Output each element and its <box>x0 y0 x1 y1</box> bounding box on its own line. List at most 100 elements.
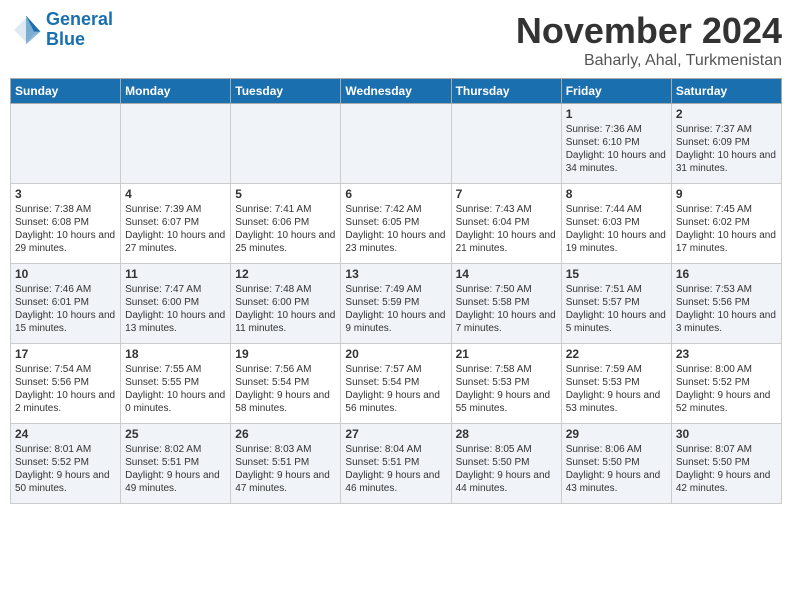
calendar-body: 1Sunrise: 7:36 AMSunset: 6:10 PMDaylight… <box>11 104 782 504</box>
header-cell-sunday: Sunday <box>11 79 121 104</box>
day-info: Daylight: 10 hours and 25 minutes. <box>235 229 336 255</box>
day-info: Daylight: 9 hours and 44 minutes. <box>456 469 557 495</box>
logo-icon <box>10 14 42 46</box>
day-info: Daylight: 9 hours and 50 minutes. <box>15 469 116 495</box>
day-info: Daylight: 10 hours and 13 minutes. <box>125 309 226 335</box>
day-cell: 17Sunrise: 7:54 AMSunset: 5:56 PMDayligh… <box>11 344 121 424</box>
logo-text: General Blue <box>46 10 113 50</box>
day-info: Sunset: 5:51 PM <box>235 456 336 469</box>
day-number: 9 <box>676 187 777 201</box>
day-info: Sunset: 6:00 PM <box>125 296 226 309</box>
day-info: Sunrise: 7:57 AM <box>345 363 446 376</box>
header-cell-friday: Friday <box>561 79 671 104</box>
day-info: Sunset: 6:05 PM <box>345 216 446 229</box>
day-cell: 28Sunrise: 8:05 AMSunset: 5:50 PMDayligh… <box>451 424 561 504</box>
day-info: Sunset: 5:50 PM <box>456 456 557 469</box>
day-info: Daylight: 10 hours and 11 minutes. <box>235 309 336 335</box>
day-info: Sunrise: 8:00 AM <box>676 363 777 376</box>
day-info: Sunrise: 7:58 AM <box>456 363 557 376</box>
day-info: Sunset: 6:01 PM <box>15 296 116 309</box>
header-cell-saturday: Saturday <box>671 79 781 104</box>
day-number: 25 <box>125 427 226 441</box>
day-cell: 3Sunrise: 7:38 AMSunset: 6:08 PMDaylight… <box>11 184 121 264</box>
header-cell-thursday: Thursday <box>451 79 561 104</box>
day-number: 14 <box>456 267 557 281</box>
header-cell-wednesday: Wednesday <box>341 79 451 104</box>
day-info: Sunrise: 7:45 AM <box>676 203 777 216</box>
day-number: 15 <box>566 267 667 281</box>
logo-line2: Blue <box>46 29 85 49</box>
day-cell: 14Sunrise: 7:50 AMSunset: 5:58 PMDayligh… <box>451 264 561 344</box>
day-cell: 6Sunrise: 7:42 AMSunset: 6:05 PMDaylight… <box>341 184 451 264</box>
week-row-3: 17Sunrise: 7:54 AMSunset: 5:56 PMDayligh… <box>11 344 782 424</box>
day-info: Sunset: 6:09 PM <box>676 136 777 149</box>
day-info: Sunrise: 7:41 AM <box>235 203 336 216</box>
week-row-0: 1Sunrise: 7:36 AMSunset: 6:10 PMDaylight… <box>11 104 782 184</box>
day-info: Sunrise: 7:55 AM <box>125 363 226 376</box>
day-number: 10 <box>15 267 116 281</box>
day-info: Sunrise: 7:49 AM <box>345 283 446 296</box>
title-block: November 2024 Baharly, Ahal, Turkmenista… <box>516 10 782 70</box>
day-number: 23 <box>676 347 777 361</box>
day-number: 17 <box>15 347 116 361</box>
day-info: Sunrise: 8:02 AM <box>125 443 226 456</box>
week-row-4: 24Sunrise: 8:01 AMSunset: 5:52 PMDayligh… <box>11 424 782 504</box>
day-info: Sunset: 6:04 PM <box>456 216 557 229</box>
day-cell: 26Sunrise: 8:03 AMSunset: 5:51 PMDayligh… <box>231 424 341 504</box>
day-number: 7 <box>456 187 557 201</box>
day-info: Sunset: 5:56 PM <box>15 376 116 389</box>
day-info: Sunrise: 7:42 AM <box>345 203 446 216</box>
day-number: 22 <box>566 347 667 361</box>
day-info: Daylight: 10 hours and 31 minutes. <box>676 149 777 175</box>
day-info: Sunset: 5:56 PM <box>676 296 777 309</box>
day-info: Sunset: 6:03 PM <box>566 216 667 229</box>
logo-line1: General <box>46 9 113 29</box>
day-info: Daylight: 10 hours and 34 minutes. <box>566 149 667 175</box>
day-cell <box>121 104 231 184</box>
day-cell: 10Sunrise: 7:46 AMSunset: 6:01 PMDayligh… <box>11 264 121 344</box>
day-number: 11 <box>125 267 226 281</box>
day-info: Sunrise: 7:50 AM <box>456 283 557 296</box>
day-cell: 29Sunrise: 8:06 AMSunset: 5:50 PMDayligh… <box>561 424 671 504</box>
day-info: Sunrise: 7:47 AM <box>125 283 226 296</box>
day-number: 24 <box>15 427 116 441</box>
week-row-1: 3Sunrise: 7:38 AMSunset: 6:08 PMDaylight… <box>11 184 782 264</box>
day-info: Daylight: 9 hours and 55 minutes. <box>456 389 557 415</box>
day-info: Sunset: 5:53 PM <box>566 376 667 389</box>
day-info: Daylight: 9 hours and 42 minutes. <box>676 469 777 495</box>
day-info: Sunset: 5:50 PM <box>676 456 777 469</box>
day-info: Daylight: 10 hours and 19 minutes. <box>566 229 667 255</box>
day-number: 29 <box>566 427 667 441</box>
day-info: Sunset: 5:52 PM <box>676 376 777 389</box>
day-info: Sunset: 6:07 PM <box>125 216 226 229</box>
week-row-2: 10Sunrise: 7:46 AMSunset: 6:01 PMDayligh… <box>11 264 782 344</box>
day-cell: 11 Sunrise: 7:47 AMSunset: 6:00 PMDayligh… <box>121 264 231 344</box>
day-cell <box>341 104 451 184</box>
day-info: Sunset: 5:59 PM <box>345 296 446 309</box>
location-title: Baharly, Ahal, Turkmenistan <box>516 52 782 70</box>
day-cell: 22Sunrise: 7:59 AMSunset: 5:53 PMDayligh… <box>561 344 671 424</box>
day-number: 27 <box>345 427 446 441</box>
day-cell: 23Sunrise: 8:00 AMSunset: 5:52 PMDayligh… <box>671 344 781 424</box>
day-number: 20 <box>345 347 446 361</box>
day-info: Sunset: 5:58 PM <box>456 296 557 309</box>
day-info: Daylight: 10 hours and 29 minutes. <box>15 229 116 255</box>
day-info: Sunrise: 8:05 AM <box>456 443 557 456</box>
day-number: 6 <box>345 187 446 201</box>
day-number: 3 <box>15 187 116 201</box>
day-info: Sunset: 6:10 PM <box>566 136 667 149</box>
logo: General Blue <box>10 10 113 50</box>
day-info: Daylight: 10 hours and 15 minutes. <box>15 309 116 335</box>
day-cell: 20Sunrise: 7:57 AMSunset: 5:54 PMDayligh… <box>341 344 451 424</box>
day-info: Sunrise: 8:06 AM <box>566 443 667 456</box>
day-info: Sunset: 5:51 PM <box>345 456 446 469</box>
day-number: 26 <box>235 427 336 441</box>
day-info: Sunset: 5:54 PM <box>345 376 446 389</box>
day-cell: 5Sunrise: 7:41 AMSunset: 6:06 PMDaylight… <box>231 184 341 264</box>
day-cell: 9Sunrise: 7:45 AMSunset: 6:02 PMDaylight… <box>671 184 781 264</box>
day-cell: 1Sunrise: 7:36 AMSunset: 6:10 PMDaylight… <box>561 104 671 184</box>
day-info: Sunrise: 7:38 AM <box>15 203 116 216</box>
day-cell <box>231 104 341 184</box>
day-number: 2 <box>676 107 777 121</box>
day-info: Daylight: 10 hours and 21 minutes. <box>456 229 557 255</box>
